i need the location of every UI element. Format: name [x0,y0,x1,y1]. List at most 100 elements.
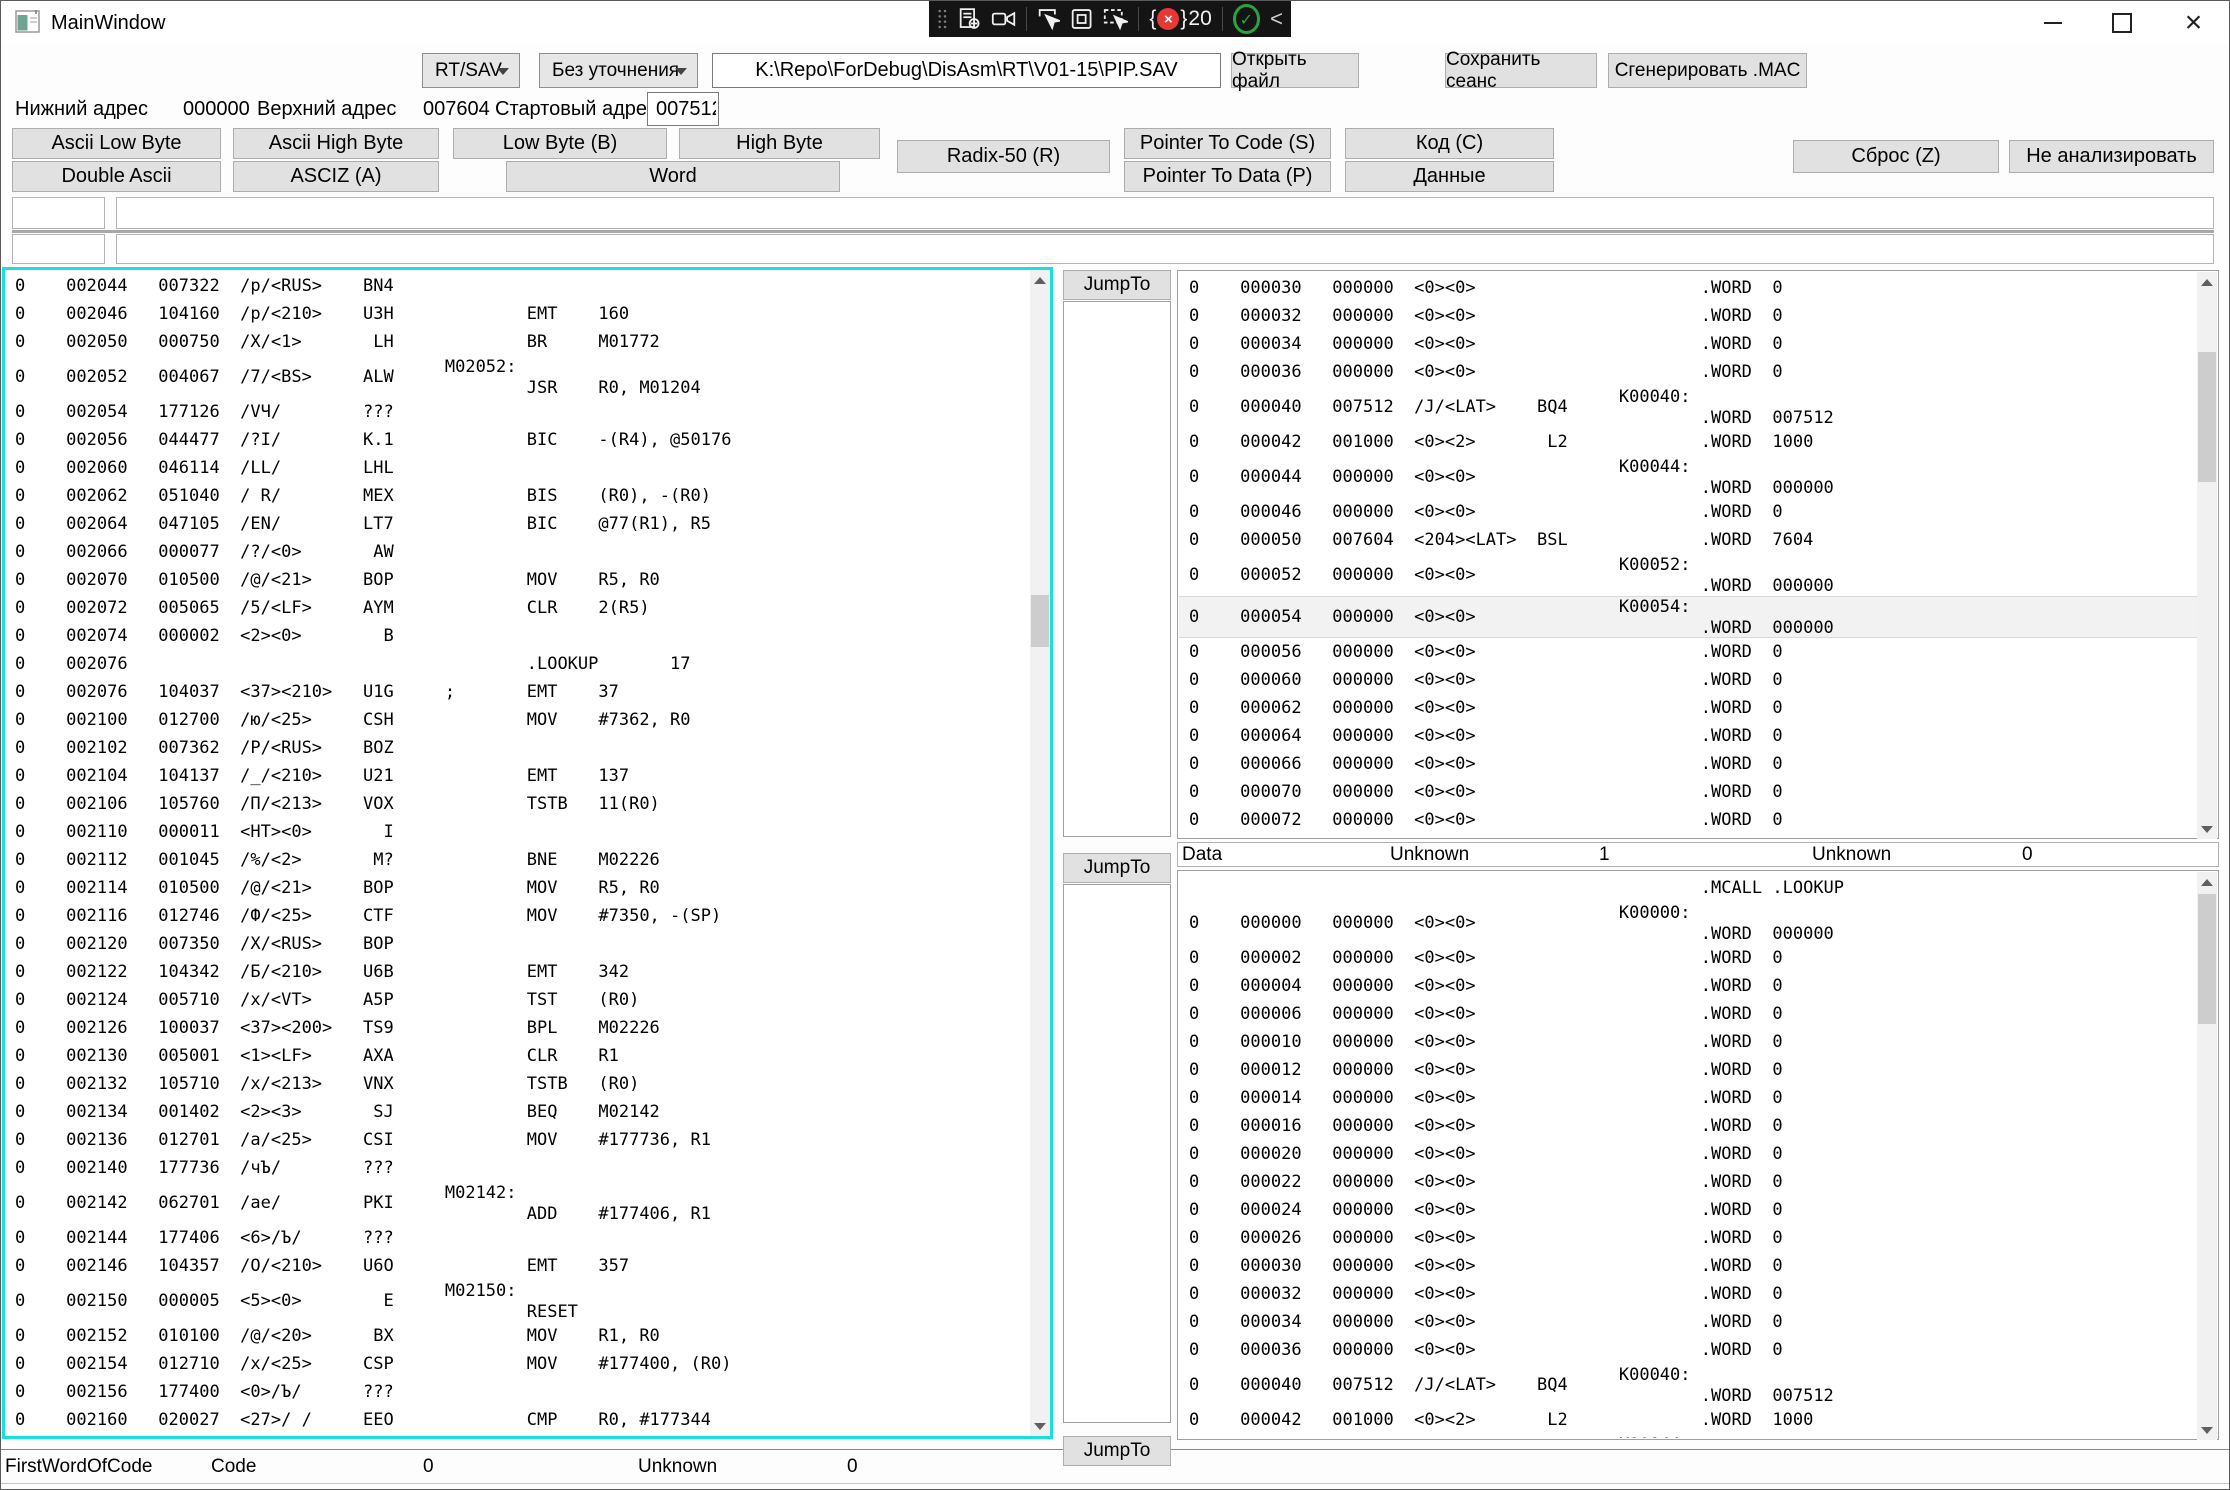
right-top-listing-panel[interactable]: 0 000030 000000 <0><0> .WORD 00 000032 0… [1177,270,2219,839]
listing-row[interactable]: 0 002054 177126 /VЧ/ ??? [5,398,1030,426]
listing-row[interactable]: 0 000006 000000 <0><0> .WORD 0 [1179,1000,2197,1028]
status-check-icon[interactable]: ✓ [1233,4,1260,34]
region-select-icon[interactable] [1070,6,1093,32]
listing-row[interactable]: 0 002144 177406 <6>/Ъ/ ??? [5,1224,1030,1252]
close-button[interactable]: × [2157,1,2230,45]
listing-row[interactable]: 0 000060 000000 <0><0> .WORD 0 [1179,666,2197,694]
listing-row[interactable]: 0 000070 000000 <0><0> .WORD 0 [1179,778,2197,806]
title-bar[interactable]: MainWindow {× [1,1,2229,45]
listing-row[interactable]: M02052:0 002052 004067 /7/<BS> ALW JSR R… [5,356,1030,398]
generate-mac-button[interactable]: Сгенерировать .MAC [1608,53,1807,88]
listing-row[interactable]: 0 002136 012701 /а/<25> CSI MOV #177736,… [5,1126,1030,1154]
listing-row[interactable]: 0 002062 051040 / R/ MEX BIS (R0), -(R0) [5,482,1030,510]
chevron-left-icon[interactable]: < [1270,6,1283,32]
scrollbar-vertical[interactable] [2197,872,2217,1440]
jumpto-button-middle[interactable]: JumpTo [1063,853,1171,883]
listing-row[interactable]: 0 002106 105760 /П/<213> VOX TSTB 11(R0) [5,790,1030,818]
listing-row[interactable]: 0 000034 000000 <0><0> .WORD 0 [1179,1308,2197,1336]
listing-row[interactable]: 0 002056 044477 /?I/ K.1 BIC -(R4), @501… [5,426,1030,454]
listing-row[interactable]: 0 002146 104357 /О/<210> U6O EMT 357 [5,1252,1030,1280]
listing-row[interactable]: 0 002046 104160 /p/<210> U3H EMT 160 [5,300,1030,328]
jumpto-button-bottom[interactable]: JumpTo [1063,1436,1171,1466]
listing-row[interactable]: 0 002102 007362 /Р/<RUS> BOZ [5,734,1030,762]
no-analyze-button[interactable]: Не анализировать [2009,140,2214,173]
listing-row[interactable]: 0 002050 000750 /Х/<1> LH BR M01772 [5,328,1030,356]
listing-row[interactable]: 0 000030 000000 <0><0> .WORD 0 [1179,1252,2197,1280]
listing-row[interactable]: 0 000042 001000 <0><2> L2 .WORD 1000 [1179,1406,2197,1434]
listing-row[interactable]: K00054:0 000054 000000 <0><0> .WORD 0000… [1179,596,2197,638]
listing-row[interactable]: 0 002072 005065 /5/<LF> AYM CLR 2(R5) [5,594,1030,622]
start-address-input[interactable] [647,92,719,126]
listing-row[interactable]: K00044:0 000044 000000 <0><0> [1179,1434,2197,1438]
label-grid-cell[interactable] [116,234,2214,264]
asciz-button[interactable]: ASCIZ (A) [233,161,439,192]
listing-row[interactable]: 0 002064 047105 /EN/ LT7 BIC @77(R1), R5 [5,510,1030,538]
listing-row[interactable]: 0 000020 000000 <0><0> .WORD 0 [1179,1140,2197,1168]
listing-row[interactable]: 0 000026 000000 <0><0> .WORD 0 [1179,1224,2197,1252]
scroll-down-button[interactable] [1030,1416,1050,1436]
jumpto-button-top[interactable]: JumpTo [1063,270,1171,300]
listing-row[interactable]: 0 002060 046114 /LL/ LHL [5,454,1030,482]
low-byte-button[interactable]: Low Byte (B) [453,128,667,159]
camera-icon[interactable] [991,6,1016,32]
steps-recorder-icon[interactable] [958,6,981,32]
listing-row[interactable]: 0 002160 020027 <27>/ / EEO CMP R0, #177… [5,1406,1030,1434]
listing-row[interactable]: 0 002074 000002 <2><0> B [5,622,1030,650]
reset-button[interactable]: Сброс (Z) [1793,140,1999,173]
maximize-button[interactable] [2087,1,2157,45]
listing-row[interactable]: 0 002112 001045 /%/<2> M? BNE M02226 [5,846,1030,874]
listing-row[interactable]: 0 000064 000000 <0><0> .WORD 0 [1179,722,2197,750]
listing-row[interactable]: .MCALL .LOOKUP [1179,874,2197,902]
listing-row[interactable]: 0 000002 000000 <0><0> .WORD 0 [1179,944,2197,972]
listing-row[interactable]: 0 002044 007322 /р/<RUS> BN4 [5,272,1030,300]
ascii-high-byte-button[interactable]: Ascii High Byte [233,128,439,159]
code-button[interactable]: Код (C) [1345,128,1554,159]
scroll-thumb[interactable] [2198,894,2216,1024]
listing-row[interactable]: 0 002130 005001 <1><LF> AXA CLR R1 [5,1042,1030,1070]
listing-row[interactable]: M02142:0 002142 062701 /аe/ PKI ADD #177… [5,1182,1030,1224]
word-button[interactable]: Word [506,161,840,192]
listing-row[interactable]: K00000:0 000000 000000 <0><0> .WORD 0000… [1179,902,2197,944]
listing-row[interactable]: 0 000024 000000 <0><0> .WORD 0 [1179,1196,2197,1224]
error-badge-icon[interactable]: {×} 20 [1149,7,1211,31]
scroll-thumb[interactable] [1031,595,1049,647]
right-bottom-listing-panel[interactable]: .MCALL .LOOKUP K00000:0 000000 000000 <0… [1177,870,2219,1440]
listing-row[interactable]: 0 000056 000000 <0><0> .WORD 0 [1179,638,2197,666]
file-path-input[interactable] [712,53,1221,88]
listing-row[interactable]: 0 000032 000000 <0><0> .WORD 0 [1179,1280,2197,1308]
listing-row[interactable]: 0 000042 001000 <0><2> L2 .WORD 1000 [1179,428,2197,456]
listing-row[interactable]: 0 000012 000000 <0><0> .WORD 0 [1179,1056,2197,1084]
listing-row[interactable]: 0 002104 104137 /_/<210> U21 EMT 137 [5,762,1030,790]
listing-row[interactable]: 0 000030 000000 <0><0> .WORD 0 [1179,274,2197,302]
listing-row[interactable]: 0 000032 000000 <0><0> .WORD 0 [1179,302,2197,330]
listing-row[interactable]: 0 002156 177400 <0>/Ъ/ ??? [5,1378,1030,1406]
listing-row[interactable]: 0 000004 000000 <0><0> .WORD 0 [1179,972,2197,1000]
label-grid-cell[interactable] [116,197,2214,229]
listing-row[interactable]: 0 000022 000000 <0><0> .WORD 0 [1179,1168,2197,1196]
open-file-button[interactable]: Открыть файл [1231,53,1359,88]
listing-row[interactable]: 0 000034 000000 <0><0> .WORD 0 [1179,330,2197,358]
listing-row[interactable]: K00044:0 000044 000000 <0><0> .WORD 0000… [1179,456,2197,498]
jumpto-list-top[interactable] [1063,301,1171,837]
listing-row[interactable]: 0 002152 010100 /@/<20> BX MOV R1, R0 [5,1322,1030,1350]
listing-row[interactable]: 0 000046 000000 <0><0> .WORD 0 [1179,498,2197,526]
label-grid-cell[interactable] [12,197,105,229]
save-session-button[interactable]: Сохранить сеанс [1445,53,1597,88]
listing-row[interactable]: 0 002116 012746 /Ф/<25> CTF MOV #7350, -… [5,902,1030,930]
listing-row[interactable]: 0 002066 000077 /?/<0> AW [5,538,1030,566]
listing-row[interactable]: 0 002154 012710 /х/<25> CSP MOV #177400,… [5,1350,1030,1378]
jumpto-list-middle[interactable] [1063,884,1171,1423]
label-grid-cell[interactable] [12,234,105,264]
cursor-select-icon[interactable] [1037,6,1060,32]
disassembly-panel[interactable]: 0 002044 007322 /р/<RUS> BN40 002046 104… [2,267,1053,1439]
listing-row[interactable]: 0 002122 104342 /Б/<210> U6B EMT 342 [5,958,1030,986]
listing-row[interactable]: 0 000050 007604 <204><LAT> BSL .WORD 760… [1179,526,2197,554]
listing-row[interactable]: K00052:0 000052 000000 <0><0> .WORD 0000… [1179,554,2197,596]
data-button[interactable]: Данные [1345,161,1554,192]
listing-row[interactable]: 0 002126 100037 <37><200> TS9 BPL M02226 [5,1014,1030,1042]
scroll-up-button[interactable] [2197,872,2217,892]
refinement-combo[interactable]: Без уточнения [539,53,698,88]
scrollbar-vertical[interactable] [2197,272,2217,839]
listing-row[interactable]: K00040:0 000040 007512 /J/<LAT> BQ4 .WOR… [1179,386,2197,428]
radix50-button[interactable]: Radix-50 (R) [897,140,1110,173]
